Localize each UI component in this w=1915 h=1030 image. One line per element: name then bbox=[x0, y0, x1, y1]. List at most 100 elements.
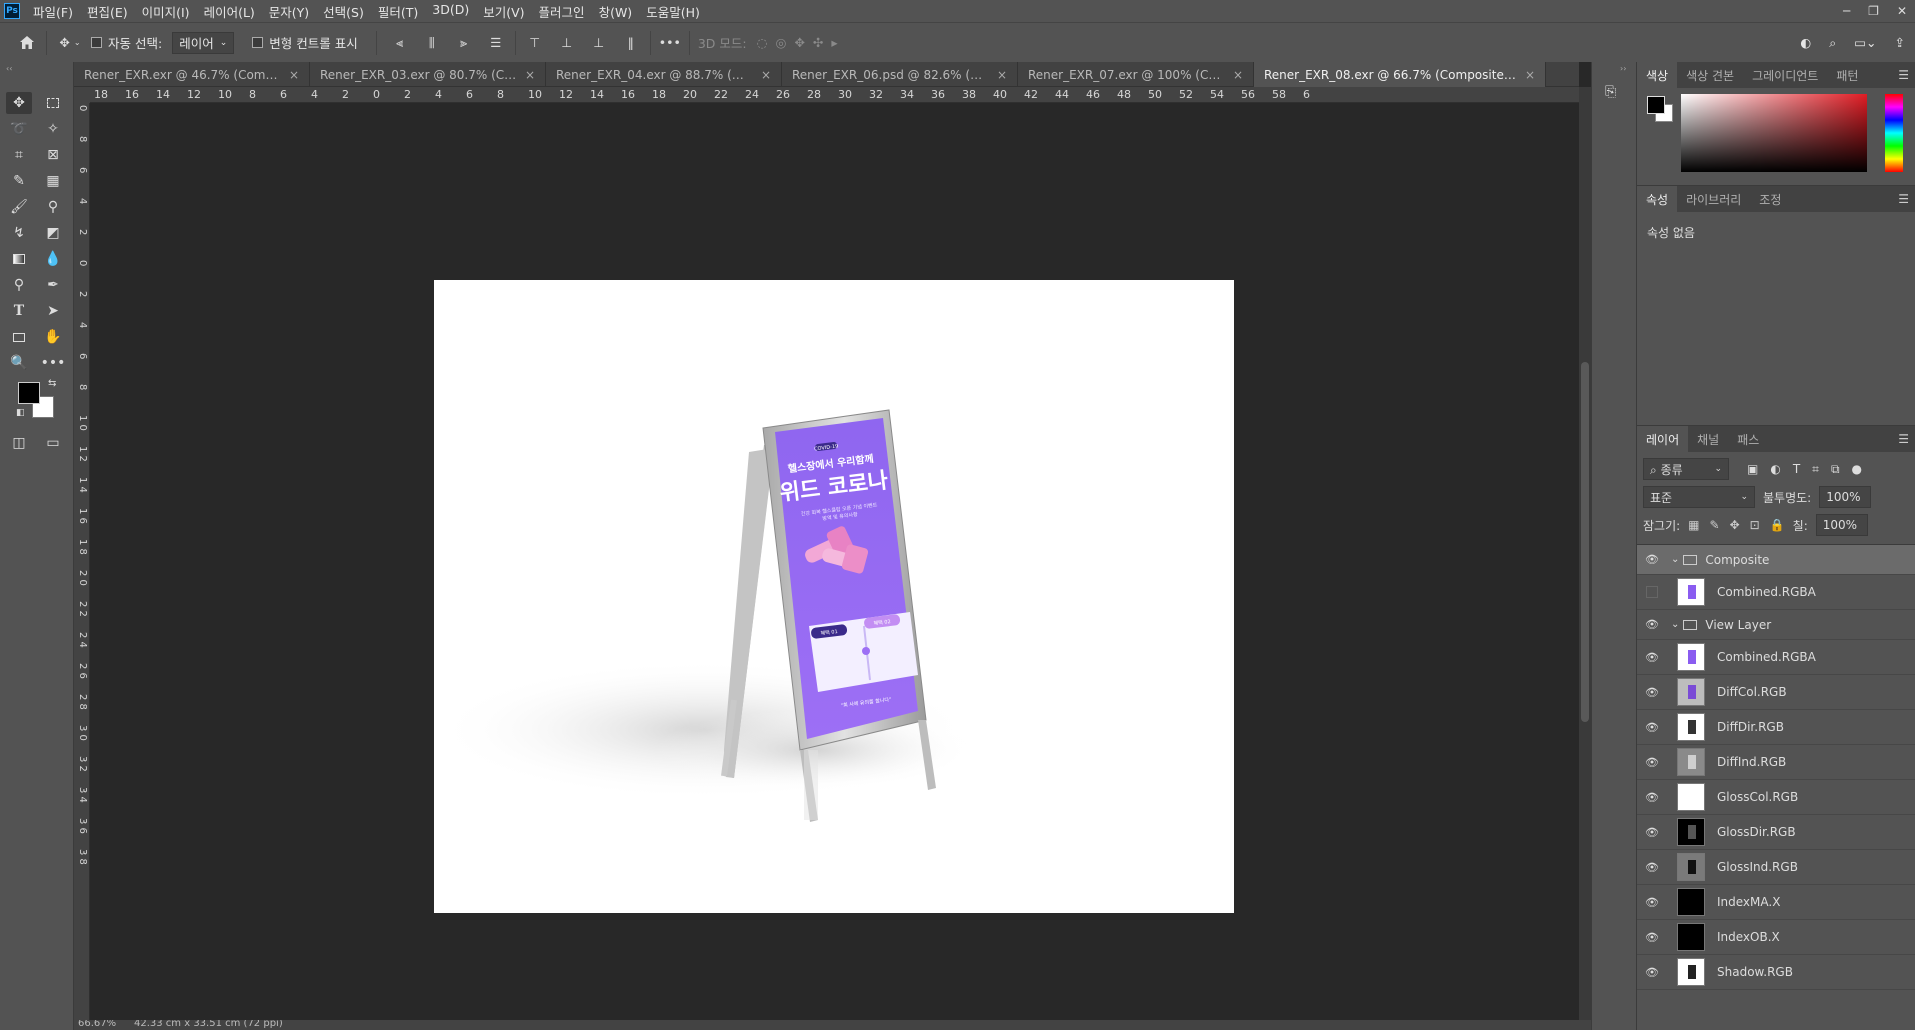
close-tab-icon[interactable]: × bbox=[517, 68, 535, 82]
layer-group-row[interactable]: 👁 ⌄ View Layer bbox=[1637, 610, 1915, 640]
user-icon[interactable]: ◐ bbox=[1800, 35, 1811, 50]
screen-mode-icon[interactable]: ▭ bbox=[40, 432, 66, 454]
panel-tab[interactable]: 속성 bbox=[1637, 186, 1678, 212]
layer-row[interactable]: 👁 Shadow.RGB bbox=[1637, 955, 1915, 990]
panel-tab[interactable]: 레이어 bbox=[1637, 426, 1689, 452]
crop-tool-icon[interactable]: ⌗ bbox=[6, 144, 32, 166]
panel-tab[interactable]: 패스 bbox=[1728, 426, 1768, 452]
document-tab[interactable]: Rener_EXR_08.exr @ 66.7% (Composite, RGB… bbox=[1254, 62, 1546, 87]
minimize-icon[interactable]: ─ bbox=[1843, 4, 1850, 18]
auto-select-checkbox[interactable]: 자동 선택: bbox=[91, 33, 162, 52]
type-tool-icon[interactable]: T bbox=[6, 300, 32, 322]
panel-tab[interactable]: 색상 bbox=[1637, 62, 1678, 88]
menu-item[interactable]: 플러그인 bbox=[532, 2, 592, 21]
more-options-icon[interactable]: ••• bbox=[659, 30, 681, 56]
panel-tab[interactable]: 조정 bbox=[1750, 186, 1790, 212]
stamp-tool-icon[interactable]: ⚲ bbox=[40, 196, 66, 218]
align-left-icon[interactable]: ⫷ bbox=[389, 30, 411, 56]
panel-tab[interactable]: 채널 bbox=[1688, 426, 1728, 452]
home-icon[interactable] bbox=[16, 30, 38, 56]
layer-row[interactable]: 👁 GlossInd.RGB bbox=[1637, 850, 1915, 885]
layer-row[interactable]: Combined.RGBA bbox=[1637, 575, 1915, 610]
collapse-panels-icon[interactable]: ›› bbox=[1620, 64, 1626, 73]
filter-toggle-icon[interactable]: ● bbox=[1852, 462, 1862, 477]
layer-row[interactable]: 👁 IndexMA.X bbox=[1637, 885, 1915, 920]
layer-row[interactable]: 👁 Combined.RGBA bbox=[1637, 640, 1915, 675]
layer-row[interactable]: 👁 DiffDir.RGB bbox=[1637, 710, 1915, 745]
move-tool-icon[interactable]: ✥ bbox=[6, 92, 32, 114]
3d-pan-icon[interactable]: ✥ bbox=[794, 35, 804, 50]
more-tools-icon[interactable]: ••• bbox=[40, 352, 66, 374]
zoom-tool-icon[interactable]: 🔍 bbox=[6, 352, 32, 374]
lock-paint-icon[interactable]: ✎ bbox=[1710, 518, 1720, 532]
menu-item[interactable]: 문자(Y) bbox=[262, 2, 316, 21]
align-middle-v-icon[interactable]: ⊥ bbox=[556, 30, 578, 56]
filter-type-icon[interactable]: T bbox=[1793, 462, 1800, 477]
auto-select-dropdown[interactable]: 레이어 ⌄ bbox=[172, 31, 235, 54]
blur-tool-icon[interactable]: 💧 bbox=[40, 248, 66, 270]
panel-menu-icon[interactable]: ☰ bbox=[1898, 432, 1909, 446]
pen-tool-icon[interactable]: ✒ bbox=[40, 274, 66, 296]
eyedropper-tool-icon[interactable]: ✎ bbox=[6, 170, 32, 192]
layer-row[interactable]: 👁 DiffInd.RGB bbox=[1637, 745, 1915, 780]
fill-field[interactable]: 100% bbox=[1815, 514, 1868, 536]
panel-tab[interactable]: 라이브러리 bbox=[1677, 186, 1750, 212]
scrollbar-thumb[interactable] bbox=[1581, 362, 1589, 722]
panel-tab[interactable]: 색상 견본 bbox=[1677, 62, 1743, 88]
panel-menu-icon[interactable]: ☰ bbox=[1898, 192, 1909, 206]
menu-item[interactable]: 이미지(I) bbox=[135, 2, 197, 21]
document-canvas[interactable]: COVID-19 헬스장에서 우리함께 위드 코로나 건강 회복 헬스클럽 오픈… bbox=[434, 280, 1234, 913]
layer-row[interactable]: 👁 GlossDir.RGB bbox=[1637, 815, 1915, 850]
marquee-tool-icon[interactable] bbox=[40, 92, 66, 114]
align-center-h-icon[interactable]: ⫼ bbox=[421, 30, 443, 56]
zoom-level[interactable]: 66.67% bbox=[78, 1020, 116, 1029]
quick-mask-icon[interactable]: ◫ bbox=[6, 432, 32, 454]
horizontal-ruler[interactable]: 18 16 14 12 10 8 6 4 2 0 2 4 6 8 10 12 14 16 18 20 22 24 26 28 3… bbox=[90, 87, 1579, 103]
distribute-v-icon[interactable]: ‖ bbox=[620, 30, 642, 56]
workspace-icon[interactable]: ▭⌄ bbox=[1854, 35, 1876, 50]
document-tab[interactable]: Rener_EXR_06.psd @ 82.6% (DiffDir...× bbox=[782, 62, 1018, 87]
vertical-ruler[interactable]: 0 8 6 4 2 0 2 4 6 8 1 0 1 2 1 4 1 6 1 8 2 0 2 2 2 4 2 6 2 8… bbox=[74, 103, 90, 1020]
lock-position-icon[interactable]: ✥ bbox=[1730, 518, 1740, 532]
3d-slide-icon[interactable]: ✣ bbox=[813, 35, 823, 50]
visibility-eye-icon[interactable]: 👁 bbox=[1641, 791, 1663, 804]
collapse-icon[interactable]: ‹‹ bbox=[6, 64, 12, 73]
gradient-tool-icon[interactable] bbox=[6, 248, 32, 270]
menu-item[interactable]: 레이어(L) bbox=[197, 2, 262, 21]
vertical-scrollbar[interactable] bbox=[1579, 87, 1591, 1020]
visibility-eye-icon[interactable]: 👁 bbox=[1641, 896, 1663, 909]
group-expand-icon[interactable]: ⌄ bbox=[1671, 619, 1679, 630]
visibility-eye-icon[interactable]: 👁 bbox=[1641, 931, 1663, 944]
visibility-eye-icon[interactable]: 👁 bbox=[1641, 966, 1663, 979]
visibility-eye-icon[interactable]: 👁 bbox=[1641, 756, 1663, 769]
visibility-eye-icon[interactable]: 👁 bbox=[1641, 618, 1663, 631]
magic-wand-tool-icon[interactable]: ✧ bbox=[40, 118, 66, 140]
distribute-icon[interactable]: ☰ bbox=[485, 30, 507, 56]
3d-camera-icon[interactable]: ▸ bbox=[831, 35, 837, 50]
close-tab-icon[interactable]: × bbox=[753, 68, 771, 82]
layer-group-row[interactable]: 👁 ⌄ Composite bbox=[1637, 545, 1915, 575]
lasso-tool-icon[interactable]: ➰ bbox=[6, 118, 32, 140]
close-tab-icon[interactable]: × bbox=[1225, 68, 1243, 82]
dodge-tool-icon[interactable]: ⚲ bbox=[6, 274, 32, 296]
visibility-eye-icon[interactable]: 👁 bbox=[1641, 826, 1663, 839]
foreground-color-swatch[interactable] bbox=[18, 382, 40, 404]
align-top-icon[interactable]: ⊤ bbox=[524, 30, 546, 56]
hand-tool-icon[interactable]: ✋ bbox=[40, 326, 66, 348]
eraser-tool-icon[interactable]: ◩ bbox=[40, 222, 66, 244]
menu-item[interactable]: 보기(V) bbox=[476, 2, 531, 21]
visibility-eye-icon[interactable]: 👁 bbox=[1641, 861, 1663, 874]
menu-item[interactable]: 편집(E) bbox=[80, 2, 135, 21]
lock-all-icon[interactable]: 🔒 bbox=[1770, 518, 1785, 532]
document-tab[interactable]: Rener_EXR_07.exr @ 100% (Compo...× bbox=[1018, 62, 1254, 87]
layer-row[interactable]: 👁 IndexOB.X bbox=[1637, 920, 1915, 955]
visibility-eye-icon[interactable]: 👁 bbox=[1641, 553, 1663, 566]
default-colors-icon[interactable]: ◧ bbox=[16, 408, 25, 418]
hue-slider[interactable] bbox=[1885, 94, 1903, 172]
panel-tab[interactable]: 패턴 bbox=[1827, 62, 1867, 88]
canvas-area[interactable]: COVID-19 헬스장에서 우리함께 위드 코로나 건강 회복 헬스클럽 오픈… bbox=[90, 103, 1579, 1020]
close-window-icon[interactable]: ✕ bbox=[1897, 4, 1907, 18]
document-tab[interactable]: Rener_EXR.exr @ 46.7% (Composite...× bbox=[74, 62, 310, 87]
3d-roll-icon[interactable]: ◎ bbox=[776, 35, 787, 50]
rectangle-tool-icon[interactable] bbox=[6, 326, 32, 348]
